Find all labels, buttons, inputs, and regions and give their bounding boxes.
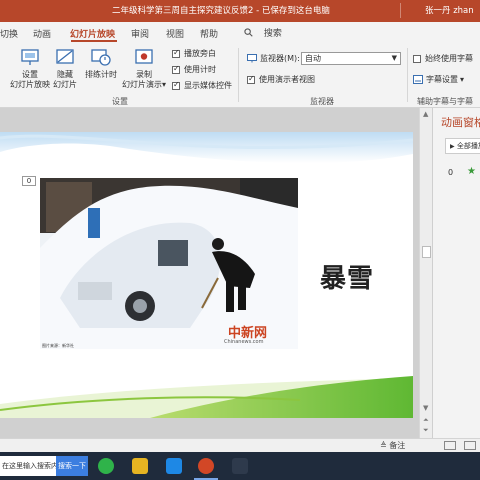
tell-me-search[interactable]: 搜索 [244, 26, 282, 39]
subtitle-settings-label: 字幕设置 [426, 75, 458, 84]
monitor-label: 监视器(M): [247, 53, 300, 64]
tab-slideshow[interactable]: 幻灯片放映 [70, 27, 115, 40]
ribbon-separator [238, 48, 239, 102]
animation-order-tag[interactable]: 0 [22, 176, 36, 186]
use-timings-checkbox[interactable]: 使用计时 [172, 64, 216, 75]
hide-slide-icon [56, 49, 74, 64]
record-slideshow-button[interactable]: 录制 幻灯片演示▾ [120, 47, 168, 90]
tab-review[interactable]: 审阅 [131, 27, 149, 40]
use-timings-check [172, 64, 180, 74]
hide-slide-label: 隐藏 幻灯片 [53, 70, 77, 89]
title-separator [400, 3, 401, 18]
rehearse-timings-icon [91, 49, 111, 66]
always-subtitles-check [413, 54, 421, 63]
monitor-group-label: 监视器 [310, 97, 334, 106]
show-media-controls-label: 显示媒体控件 [184, 81, 232, 90]
powerpoint-window: 二年级科学第三周自主探究建议反馈2 - 已保存到这台电脑 张一丹 zhan 切换… [0, 0, 480, 480]
ribbon-body: 设置 幻灯片放映 隐藏 幻灯片 排练计时 录制 幻灯片演示▾ ✓ 播放旁白 ✓ … [0, 44, 480, 108]
slide-sorter-icon[interactable] [464, 441, 476, 450]
presenter-view-check [247, 74, 255, 84]
presenter-view-label: 使用演示者视图 [259, 75, 315, 84]
tab-view[interactable]: 视图 [166, 27, 184, 40]
file-explorer-icon[interactable] [132, 458, 148, 474]
slide-editing-area: 0 中新网 Chinanews.com 图片来源：新华社 暴雪 ▲ ▼ ⏶ ⏷ [0, 108, 432, 438]
photo-watermark-url: Chinanews.com [224, 339, 264, 345]
show-media-controls-check [172, 80, 180, 90]
setup-slideshow-button[interactable]: 设置 幻灯片放映 [8, 47, 52, 90]
play-all-label: 全部播放 [456, 142, 480, 150]
normal-view-icon[interactable] [444, 441, 456, 450]
subtitle-settings-button[interactable]: 字幕设置 ▾ [413, 74, 464, 85]
slide-title[interactable]: 暴雪 [320, 258, 374, 295]
hide-slide-button[interactable]: 隐藏 幻灯片 [48, 47, 82, 90]
taskbar-search-input[interactable]: 在这里输入搜索内容 [0, 456, 56, 476]
use-timings-label: 使用计时 [184, 65, 216, 74]
monitor-select[interactable]: 自动 ▼ [301, 52, 401, 65]
search-icon [244, 28, 253, 37]
slide-photo-snowstorm[interactable]: 中新网 Chinanews.com 图片来源：新华社 [40, 178, 298, 349]
photo-caption: 图片来源：新华社 [42, 343, 74, 348]
notes-icon: ≜ [380, 441, 387, 450]
rehearse-timings-label: 排练计时 [85, 70, 117, 79]
animation-pane-title: 动画窗格 [441, 116, 480, 129]
rehearse-timings-button[interactable]: 排练计时 [84, 47, 118, 80]
setup-group-label: 设置 [112, 97, 128, 106]
search-label: 搜索 [263, 29, 282, 39]
monitor-label-text: 监视器(M): [260, 54, 300, 63]
setup-slideshow-icon [21, 49, 39, 65]
monitor-select-value: 自动 [305, 54, 321, 63]
play-narrations-label: 播放旁白 [184, 49, 216, 58]
always-subtitles-checkbox[interactable]: 始终使用字幕 [413, 53, 473, 64]
chevron-down-icon: ▼ [391, 54, 397, 62]
notes-button[interactable]: ≜ 备注 [380, 440, 405, 451]
always-subtitles-label: 始终使用字幕 [425, 54, 473, 63]
animation-item-number: 0 [448, 168, 454, 177]
record-slideshow-icon [135, 49, 153, 64]
slide-canvas[interactable]: 0 中新网 Chinanews.com 图片来源：新华社 暴雪 [0, 132, 413, 418]
prev-slide-icon[interactable]: ⏶ [423, 416, 429, 425]
play-narrations-check [172, 48, 180, 58]
ribbon-separator [407, 48, 408, 102]
window-title: 二年级科学第三周自主探究建议反馈2 - 已保存到这台电脑 [112, 6, 330, 16]
tab-transitions[interactable]: 切换 [0, 27, 18, 40]
scrollbar-thumb[interactable] [422, 246, 431, 258]
next-slide-icon[interactable]: ⏷ [423, 426, 429, 435]
title-bar: 二年级科学第三周自主探究建议反馈2 - 已保存到这台电脑 张一丹 zhan [0, 0, 480, 22]
vertical-scrollbar[interactable]: ▲ ▼ ⏶ ⏷ [419, 108, 432, 438]
animation-pane: 动画窗格 ▶ 全部播放 0 ★ [432, 108, 480, 438]
chevron-down-icon: ▾ [460, 75, 465, 84]
presenter-view-checkbox[interactable]: 使用演示者视图 [247, 74, 315, 85]
wechat-icon[interactable] [98, 458, 114, 474]
powerpoint-icon[interactable] [198, 458, 214, 474]
monitor-icon [247, 54, 257, 63]
subtitle-group-label: 辅助字幕与字幕 [417, 97, 473, 106]
record-dropdown-caret: ▾ [161, 80, 166, 89]
entrance-effect-icon[interactable]: ★ [467, 166, 476, 177]
active-tab-indicator [71, 40, 117, 42]
notes-label: 备注 [389, 441, 406, 450]
status-bar: ≜ 备注 [0, 438, 480, 452]
setup-slideshow-label: 设置 幻灯片放映 [10, 70, 50, 89]
user-account[interactable]: 张一丹 zhan [425, 4, 474, 16]
scroll-up-icon[interactable]: ▲ [423, 110, 428, 118]
taskbar-app-icon[interactable] [232, 458, 248, 474]
show-media-controls-checkbox[interactable]: 显示媒体控件 [172, 80, 232, 91]
app-icon[interactable] [166, 458, 182, 474]
record-slideshow-label: 录制 幻灯片演示 [121, 70, 162, 89]
windows-taskbar: 在这里输入搜索内容 搜索一下 [0, 452, 480, 480]
tab-animations[interactable]: 动画 [33, 27, 51, 40]
scroll-down-icon[interactable]: ▼ [423, 404, 428, 412]
tab-help[interactable]: 帮助 [200, 27, 218, 40]
play-icon: ▶ [450, 143, 455, 150]
play-narrations-checkbox[interactable]: 播放旁白 [172, 48, 216, 59]
play-all-button[interactable]: ▶ 全部播放 [445, 138, 480, 154]
subtitle-settings-icon [413, 75, 423, 84]
taskbar-search-button[interactable]: 搜索一下 [56, 456, 88, 476]
